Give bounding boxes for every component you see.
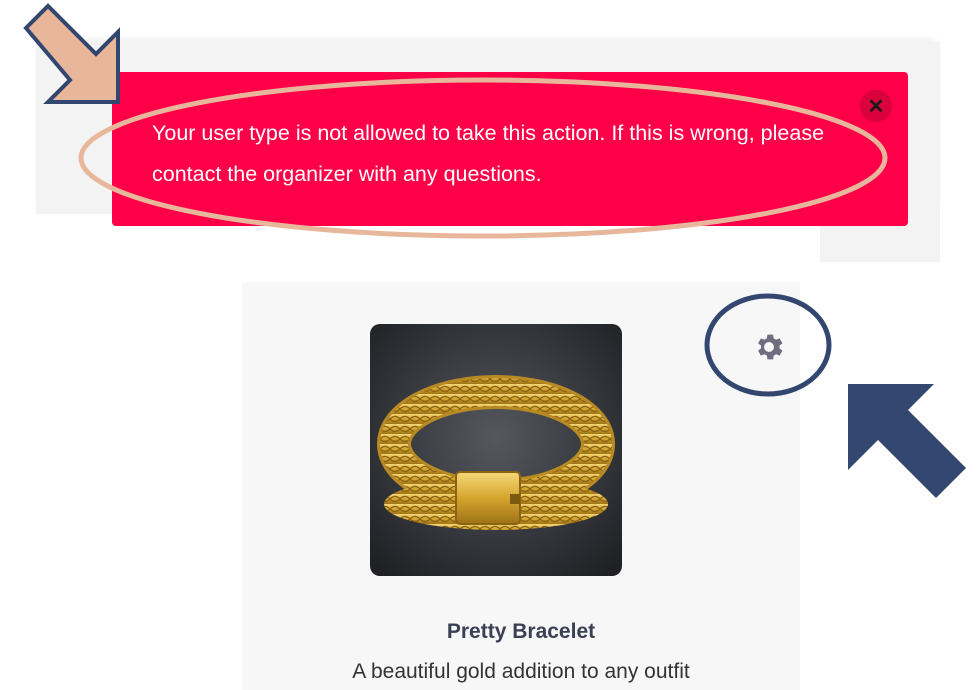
close-icon[interactable]: ✕ — [860, 90, 892, 122]
product-description: A beautiful gold addition to any outfit — [352, 660, 690, 683]
product-image[interactable] — [370, 324, 622, 576]
alert-message: Your user type is not allowed to take th… — [152, 121, 825, 186]
annotation-arrow-right-icon — [848, 384, 966, 498]
product-title[interactable]: Pretty Bracelet — [242, 620, 800, 644]
gear-icon[interactable] — [752, 330, 786, 364]
